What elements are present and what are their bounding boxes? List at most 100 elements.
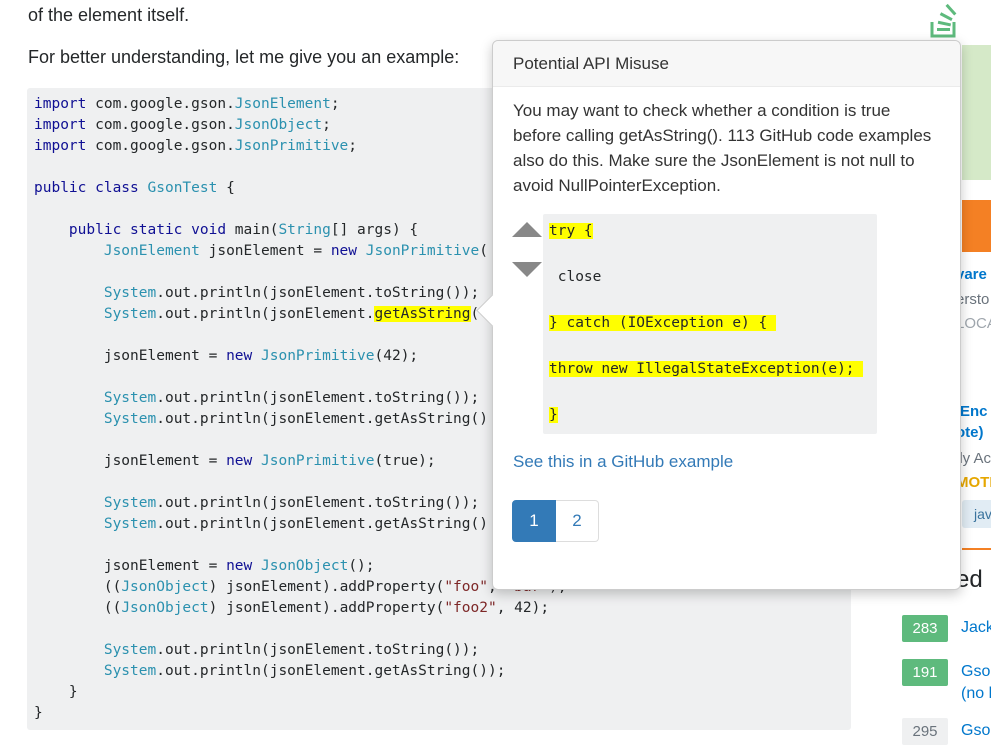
code-token: System	[103, 411, 157, 427]
code-token: .out.println(jsonElement.toString());	[156, 390, 480, 406]
snippet-row: close	[549, 266, 602, 288]
code-token: System	[103, 495, 157, 511]
code-line: public class GsonTest {	[34, 178, 235, 198]
related-score-badge: 295	[902, 718, 948, 745]
related-question-link[interactable]: Gso	[961, 722, 990, 740]
github-example-link[interactable]: See this in a GitHub example	[513, 452, 733, 472]
code-token: new	[226, 558, 253, 574]
code-token: new	[330, 243, 358, 259]
popover-title: Potential API Misuse	[513, 54, 669, 73]
code-token: ) jsonElement).addProperty(	[208, 600, 445, 616]
code-token: ;	[348, 138, 358, 154]
code-line: System.out.println(jsonElement.toString(…	[34, 388, 479, 408]
code-token: System	[103, 306, 157, 322]
code-line: System.out.println(jsonElement.toString(…	[34, 640, 479, 660]
code-token: }	[34, 705, 43, 721]
code-line: }	[34, 703, 43, 723]
code-token: {	[217, 180, 235, 196]
snippet-row: } catch (IOException e) {	[549, 312, 776, 334]
code-token: com.google.gson.	[86, 117, 235, 133]
paragraph-text: of the element itself.	[28, 5, 190, 25]
code-line: jsonElement = new JsonPrimitive(42);	[34, 346, 418, 366]
code-token: "foo"	[444, 579, 488, 595]
code-token: System	[103, 516, 157, 532]
code-token: ((	[34, 579, 122, 595]
code-token: public static void	[68, 222, 227, 238]
code-token: System	[103, 390, 157, 406]
example-code-snippet: try { close } catch (IOException e) { thr…	[543, 214, 877, 434]
code-line: }	[34, 682, 78, 702]
popover-message: You may want to check whether a conditio…	[513, 101, 932, 195]
downvote-arrow-icon[interactable]	[512, 262, 542, 277]
sidebar-snippet-text[interactable]: LOCA	[956, 315, 991, 332]
code-token: public class	[34, 180, 139, 196]
code-token: JsonElement	[103, 243, 200, 259]
code-token: jsonElement =	[34, 453, 227, 469]
code-token: ((	[34, 600, 122, 616]
code-line: System.out.println(jsonElement.toString(…	[34, 283, 479, 303]
snippet-line: } catch (IOException e) {	[549, 315, 776, 331]
code-token: .out.println(jsonElement.toString());	[156, 495, 480, 511]
snippet-line: throw new IllegalStateException(e);	[549, 361, 864, 377]
code-token: .out.println(jsonElement.toString());	[156, 285, 480, 301]
code-token: "foo2"	[444, 600, 497, 616]
sidebar-tag[interactable]: jav	[962, 500, 991, 528]
code-token: .out.println(jsonElement.getAsString());	[156, 663, 506, 679]
code-token: [] args) {	[330, 222, 419, 238]
related-question-link[interactable]: (no l	[961, 685, 991, 703]
code-line: jsonElement = new JsonPrimitive(true);	[34, 451, 436, 471]
code-token: JsonElement	[234, 96, 331, 112]
page-button-2[interactable]: 2	[556, 500, 599, 542]
code-line: JsonElement jsonElement = new JsonPrimit…	[34, 241, 488, 261]
code-line: import com.google.gson.JsonPrimitive;	[34, 136, 357, 156]
highlighted-method: getAsString	[374, 306, 471, 322]
code-token: System	[103, 285, 157, 301]
code-line: System.out.println(jsonElement.getAsStri…	[34, 514, 488, 534]
code-line: import com.google.gson.JsonObject;	[34, 115, 331, 135]
code-token: ) jsonElement).addProperty(	[208, 579, 445, 595]
snippet-row: }	[549, 404, 558, 426]
stack-overflow-logo-icon	[930, 3, 957, 38]
code-line: ((JsonObject) jsonElement).addProperty("…	[34, 598, 549, 618]
code-token: jsonElement =	[199, 243, 331, 259]
related-question-link[interactable]: Gso	[961, 663, 990, 681]
code-token: JsonPrimitive	[261, 453, 375, 469]
related-question-link[interactable]: Jack	[961, 619, 991, 637]
sidebar-snippet-text[interactable]: MOTI	[956, 474, 991, 491]
sidebar-snippet-text[interactable]: Enc	[960, 403, 988, 420]
code-token: System	[103, 663, 157, 679]
code-token: import	[34, 138, 87, 154]
code-token: JsonPrimitive	[261, 348, 375, 364]
code-token: jsonElement =	[34, 558, 227, 574]
pagination: 1 2	[512, 500, 599, 542]
code-token: .out.println(jsonElement.getAsString()	[156, 516, 488, 532]
sidebar-ad-panel	[962, 45, 991, 180]
related-score-badge: 283	[902, 615, 948, 642]
sidebar-orange-banner	[962, 200, 991, 252]
code-line: System.out.println(jsonElement.getAsStri…	[34, 661, 506, 681]
code-token: String	[278, 222, 331, 238]
page-button-1[interactable]: 1	[512, 500, 556, 542]
sidebar-snippet-text[interactable]: ersto	[956, 291, 989, 308]
upvote-arrow-icon[interactable]	[512, 222, 542, 237]
code-line: jsonElement = new JsonObject();	[34, 556, 375, 576]
code-token: new	[226, 348, 253, 364]
code-token: (	[479, 243, 488, 259]
code-token: ;	[330, 96, 340, 112]
related-score-badge: 191	[902, 659, 948, 686]
snippet-row: try {	[549, 220, 593, 242]
snippet-line: try {	[549, 223, 593, 239]
code-token: import	[34, 96, 87, 112]
sidebar-snippet-text[interactable]: lly Ac	[956, 450, 991, 467]
code-token: System	[103, 642, 157, 658]
code-token: .out.println(jsonElement.getAsString()	[156, 411, 488, 427]
